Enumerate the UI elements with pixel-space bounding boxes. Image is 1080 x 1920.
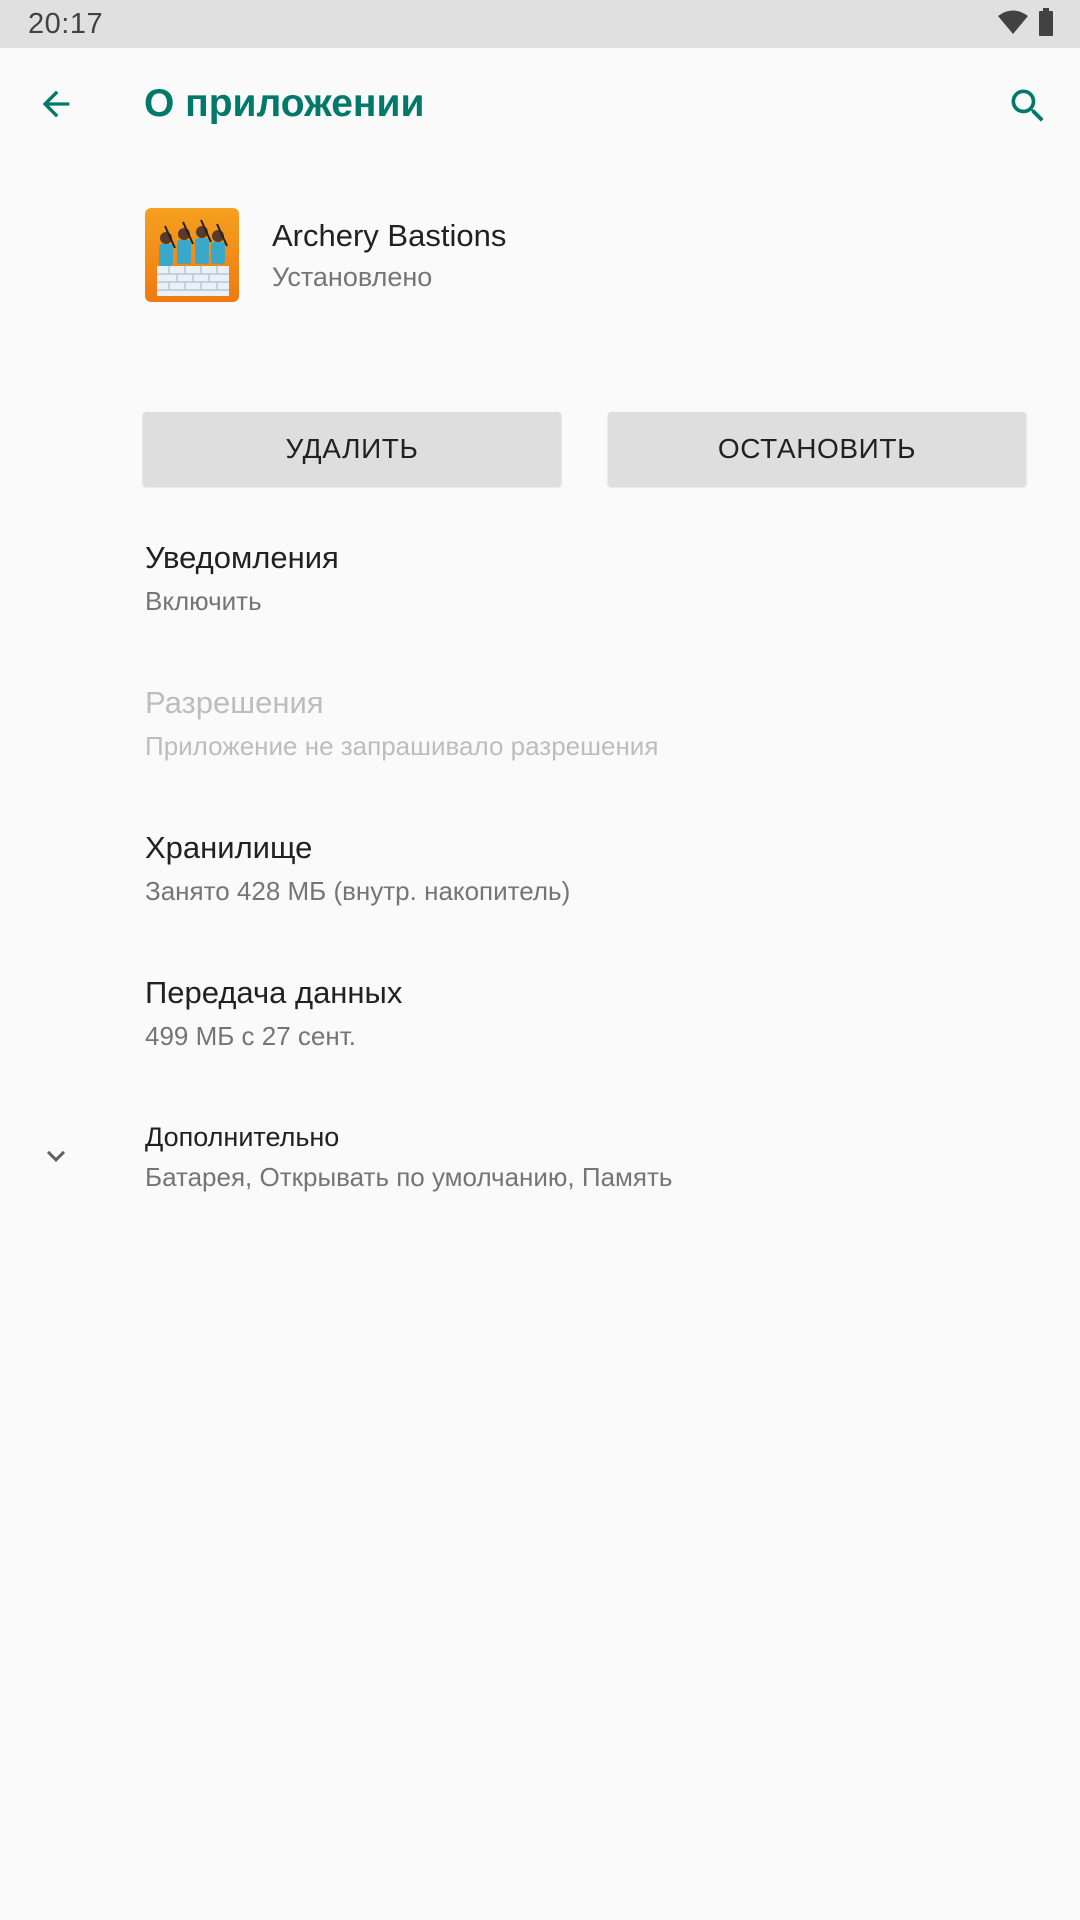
storage-item[interactable]: Хранилище Занято 428 МБ (внутр. накопите…: [0, 810, 1080, 920]
page-title: О приложении: [144, 82, 425, 125]
app-icon: [145, 208, 239, 302]
battery-icon: [1038, 7, 1054, 41]
arrow-back-icon: [36, 84, 76, 129]
chevron-down-icon: [38, 1138, 74, 1174]
advanced-item[interactable]: Дополнительно Батарея, Открывать по умол…: [0, 1100, 1080, 1210]
advanced-title: Дополнительно: [145, 1122, 340, 1152]
app-name: Archery Bastions: [272, 218, 507, 253]
status-bar: 20:17: [0, 0, 1080, 48]
notifications-subtitle: Включить: [145, 586, 262, 616]
permissions-title: Разрешения: [145, 685, 324, 720]
advanced-subtitle: Батарея, Открывать по умолчанию, Память: [145, 1162, 673, 1192]
notifications-title: Уведомления: [145, 540, 339, 575]
force-stop-button[interactable]: ОСТАНОВИТЬ: [608, 412, 1026, 486]
back-button[interactable]: [28, 78, 84, 134]
data-usage-subtitle: 499 МБ с 27 сент.: [145, 1021, 356, 1051]
data-usage-item[interactable]: Передача данных 499 МБ с 27 сент.: [0, 955, 1080, 1065]
data-usage-title: Передача данных: [145, 975, 403, 1010]
uninstall-button[interactable]: УДАЛИТЬ: [143, 412, 561, 486]
app-bar: О приложении: [0, 48, 1080, 166]
search-icon: [1006, 84, 1050, 133]
wifi-icon: [998, 9, 1028, 40]
storage-title: Хранилище: [145, 830, 313, 865]
notifications-item[interactable]: Уведомления Включить: [0, 520, 1080, 630]
search-button[interactable]: [1000, 80, 1056, 136]
status-time: 20:17: [28, 8, 104, 40]
app-status: Установлено: [272, 262, 433, 292]
permissions-subtitle: Приложение не запрашивало разрешения: [145, 731, 659, 761]
status-icons: [998, 7, 1054, 41]
permissions-item: Разрешения Приложение не запрашивало раз…: [0, 665, 1080, 775]
storage-subtitle: Занято 428 МБ (внутр. накопитель): [145, 876, 571, 906]
